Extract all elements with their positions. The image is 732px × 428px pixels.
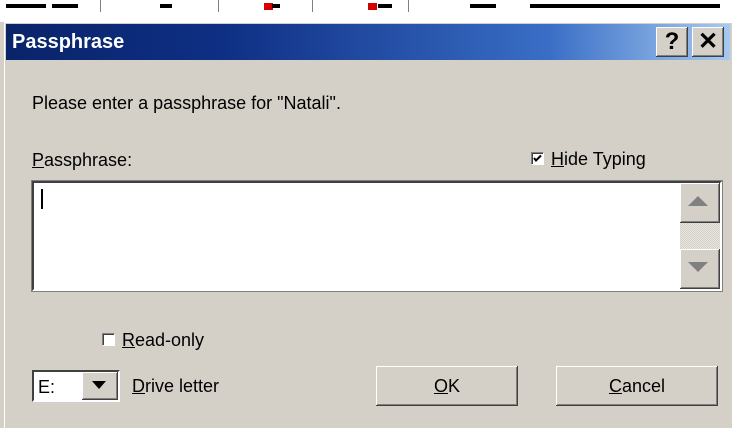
- arrow-down-icon: [688, 262, 708, 272]
- background-divider: [408, 0, 409, 12]
- screen: Passphrase ? ✕ Please enter a passphrase…: [0, 0, 732, 428]
- background-window-strip: [0, 0, 732, 22]
- passphrase-label: Passphrase:: [32, 149, 132, 171]
- hide-typing-label[interactable]: Hide Typing: [551, 148, 646, 170]
- help-button[interactable]: ?: [656, 27, 688, 57]
- dialog-title: Passphrase: [12, 31, 125, 53]
- passphrase-scrollbar[interactable]: [680, 183, 720, 289]
- title-bar[interactable]: Passphrase ? ✕: [6, 24, 730, 60]
- read-only-label-rest: ead-only: [135, 330, 205, 350]
- checkmark-icon: [533, 154, 542, 162]
- scroll-down-button[interactable]: [680, 249, 720, 289]
- passphrase-label-rest: assphrase:: [44, 150, 133, 170]
- drive-letter-value: E:: [38, 377, 56, 397]
- background-divider: [218, 0, 219, 12]
- ok-button-rest: K: [448, 376, 461, 396]
- help-icon: ?: [664, 28, 680, 55]
- close-icon: ✕: [697, 28, 719, 55]
- dropdown-arrow-icon: [92, 381, 106, 389]
- drive-dropdown-button[interactable]: [82, 372, 118, 400]
- background-text-fragment: [378, 4, 392, 8]
- background-text-fragment: [470, 4, 496, 8]
- ok-button[interactable]: OK: [376, 366, 518, 406]
- background-text-fragment: [160, 4, 172, 8]
- scroll-up-button[interactable]: [680, 183, 720, 223]
- close-button[interactable]: ✕: [692, 27, 724, 57]
- read-only-label-accel: R: [122, 330, 135, 350]
- cancel-button[interactable]: Cancel: [556, 366, 718, 406]
- background-text-fragment: [52, 4, 78, 8]
- hide-typing-label-accel: H: [551, 149, 564, 169]
- arrow-up-icon: [688, 196, 708, 206]
- text-caret: [41, 189, 43, 209]
- background-text-fragment: [530, 4, 720, 8]
- background-text-fragment: [272, 4, 280, 8]
- passphrase-dialog: Passphrase ? ✕ Please enter a passphrase…: [4, 22, 732, 428]
- hide-typing-label-rest: ide Typing: [564, 149, 646, 169]
- drive-letter-select[interactable]: E:: [32, 370, 120, 402]
- read-only-label[interactable]: Read-only: [122, 329, 204, 351]
- cancel-button-accel: C: [608, 376, 622, 396]
- background-divider: [312, 0, 313, 12]
- read-only-checkbox[interactable]: [102, 333, 115, 346]
- background-text-fragment: [6, 4, 46, 8]
- drive-letter-label-accel: D: [132, 376, 145, 396]
- drive-letter-label: Drive letter: [132, 375, 219, 397]
- ok-button-accel: O: [433, 376, 448, 396]
- cancel-button-rest: ancel: [621, 376, 666, 396]
- background-red-mark: [368, 3, 377, 10]
- passphrase-input[interactable]: [31, 180, 723, 292]
- drive-letter-label-rest: rive letter: [145, 376, 220, 396]
- hide-typing-checkbox[interactable]: [531, 152, 544, 165]
- passphrase-label-accel: P: [32, 150, 45, 170]
- background-divider: [100, 0, 101, 12]
- prompt-text: Please enter a passphrase for "Natali".: [32, 93, 341, 113]
